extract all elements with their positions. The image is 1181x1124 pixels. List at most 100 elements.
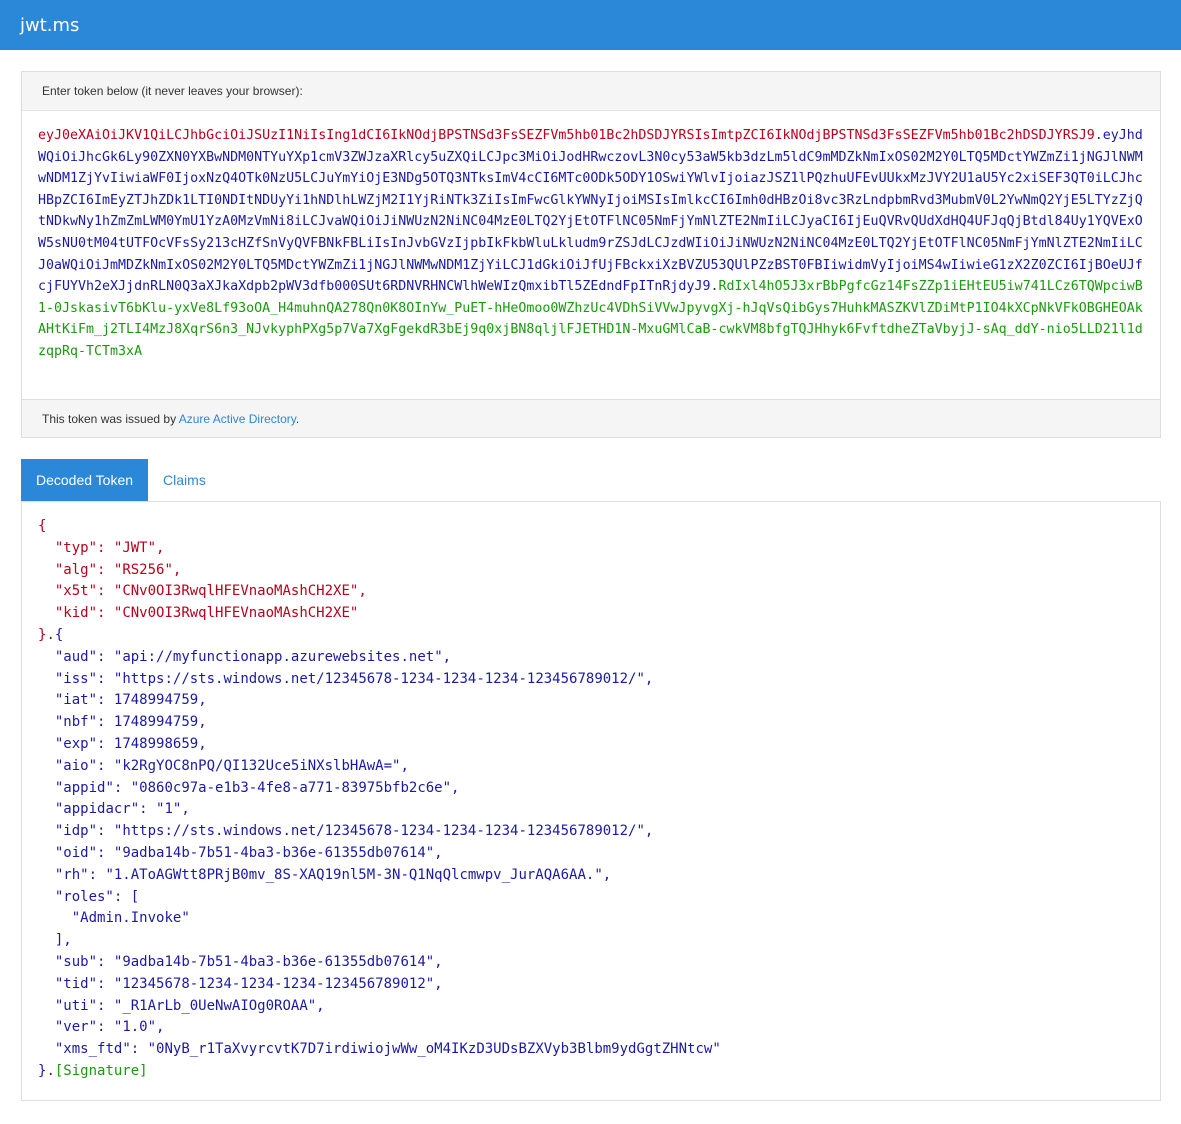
json-brace: { <box>54 626 64 643</box>
json-line: "aio": "k2RgYOC8nPQ/QI132Uce5iNXslbHAwA=… <box>38 756 1160 778</box>
token-instructions: Enter token below (it never leaves your … <box>22 72 1160 111</box>
json-quote: " <box>38 953 64 970</box>
json-quote: " <box>38 866 64 883</box>
json-value: CNv0OI3RwqlHFEVnaoMAshCH2XE <box>122 583 350 600</box>
json-key: nbf <box>63 714 89 731</box>
json-brace: { <box>38 518 47 534</box>
json-quote: " <box>38 801 64 818</box>
json-quote: " <box>712 1041 721 1058</box>
json-quote: ": " <box>88 823 123 840</box>
json-key: tid <box>63 975 89 992</box>
json-quote: ", <box>425 975 443 992</box>
json-quote: " <box>38 735 64 752</box>
tab-bar: Decoded Token Claims <box>21 459 221 501</box>
json-line: "nbf": 1748994759, <box>38 712 1160 734</box>
json-quote: " <box>38 910 81 927</box>
brand-link[interactable]: jwt.ms <box>20 15 79 36</box>
json-quote: ": " <box>88 997 123 1014</box>
navbar: jwt.ms <box>0 0 1181 50</box>
json-value: CNv0OI3RwqlHFEVnaoMAshCH2XE <box>122 605 350 622</box>
json-line: "oid": "9adba14b-7b51-4ba3-b36e-61355db0… <box>38 843 1160 865</box>
json-value: 1.0 <box>122 1019 148 1036</box>
json-quote: ", <box>147 1019 165 1036</box>
json-separator: . <box>46 626 55 643</box>
token-separator: . <box>1094 128 1103 143</box>
issuer-footer: This token was issued by Azure Active Di… <box>22 399 1160 437</box>
token-input[interactable]: eyJ0eXAiOiJKV1QiLCJhbGciOiJSUzI1NiIsIng1… <box>22 111 1160 399</box>
json-key: appid <box>63 779 106 796</box>
json-quote: " <box>38 997 64 1014</box>
issuer-suffix: . <box>295 412 300 426</box>
json-quote: ": " <box>88 975 123 992</box>
json-key: kid <box>63 605 89 622</box>
json-quote: " <box>181 910 190 927</box>
json-quote: ": " <box>88 648 123 665</box>
json-quote: , <box>198 735 207 752</box>
json-value: 1 <box>164 801 173 818</box>
token-payload-part: eyJhdWQiOiJhcGk6Ly90ZXN0YXBwNDM0NTYuYXp1… <box>38 128 1143 295</box>
json-quote: ": <box>88 714 114 731</box>
json-line: "exp": 1748998659, <box>38 734 1160 756</box>
json-line: "uti": "_R1ArLb_0UeNwAIOg0ROAA", <box>38 996 1160 1018</box>
json-quote: ": " <box>80 866 114 883</box>
json-quote: ": " <box>88 670 123 687</box>
json-quote: ", <box>307 997 325 1014</box>
json-quote: ", <box>147 539 165 556</box>
json-line: "tid": "12345678-1234-1234-1234-12345678… <box>38 974 1160 996</box>
json-value: 0860c97a-e1b3-4fe8-a771-83975bfb2c6e <box>139 779 443 796</box>
tab-decoded-token[interactable]: Decoded Token <box>21 459 149 501</box>
json-quote: ", <box>636 823 654 840</box>
json-key: iat <box>63 692 89 709</box>
json-quote: " <box>349 605 359 622</box>
json-line: "aud": "api://myfunctionapp.azurewebsite… <box>38 647 1160 669</box>
json-quote: ": " <box>105 779 140 796</box>
json-quote: ": " <box>88 605 123 622</box>
json-key: idp <box>63 823 89 840</box>
json-quote: " <box>38 844 64 861</box>
json-bracket: ], <box>38 932 72 949</box>
json-line: "rh": "1.AToAGWtt8PRjB0mv_8S-XAQ19nl5M-3… <box>38 865 1160 887</box>
json-line: "kid": "CNv0OI3RwqlHFEVnaoMAshCH2XE" <box>38 603 1160 625</box>
json-key: exp <box>63 735 89 752</box>
json-line: { <box>38 516 1160 538</box>
json-quote: " <box>38 757 64 774</box>
json-line: "iat": 1748994759, <box>38 690 1160 712</box>
json-line: "xms_ftd": "0NyB_r1TaXvyrcvtK7D7irdiwioj… <box>38 1039 1160 1061</box>
json-value: 0NyB_r1TaXvyrcvtK7D7irdiwiojwWw_oM4IKzD3… <box>156 1041 713 1058</box>
json-quote: ": " <box>130 801 165 818</box>
json-line: "alg": "RS256", <box>38 560 1160 582</box>
json-value: 1748998659 <box>113 735 199 752</box>
json-quote: ", <box>425 844 443 861</box>
json-value: _R1ArLb_0UeNwAIOg0ROAA <box>122 997 308 1014</box>
json-value: 1748994759 <box>113 692 199 709</box>
json-value: 9adba14b-7b51-4ba3-b36e-61355db07614 <box>122 953 426 970</box>
json-key: "roles": [ <box>38 888 140 905</box>
json-quote: " <box>38 1041 64 1058</box>
json-quote: " <box>38 561 64 578</box>
json-quote: ": " <box>88 583 123 600</box>
json-quote: ": " <box>88 1019 123 1036</box>
tab-claims[interactable]: Claims <box>148 459 221 501</box>
json-line: "sub": "9adba14b-7b51-4ba3-b36e-61355db0… <box>38 952 1160 974</box>
json-value: https://sts.windows.net/12345678-1234-12… <box>122 670 637 687</box>
token-panel: Enter token below (it never leaves your … <box>21 71 1161 438</box>
json-line: "Admin.Invoke" <box>38 908 1160 930</box>
json-line: }.{ <box>38 625 1160 647</box>
json-quote: " <box>38 975 64 992</box>
json-quote: ": <box>88 692 114 709</box>
json-key: rh <box>63 866 81 883</box>
json-key: sub <box>63 953 89 970</box>
json-key: uti <box>63 997 89 1014</box>
json-quote: ", <box>636 670 654 687</box>
issuer-link[interactable]: Azure Active Directory <box>179 412 296 426</box>
json-key: x5t <box>63 583 89 600</box>
json-quote: " <box>38 779 64 796</box>
json-quote: ": " <box>88 757 123 774</box>
json-quote: " <box>38 1019 64 1036</box>
json-quote: ", <box>434 648 452 665</box>
json-key: oid <box>63 844 89 861</box>
json-quote: ", <box>425 953 443 970</box>
json-quote: " <box>38 670 64 687</box>
json-line: ], <box>38 930 1160 952</box>
json-quote: ": " <box>88 953 123 970</box>
